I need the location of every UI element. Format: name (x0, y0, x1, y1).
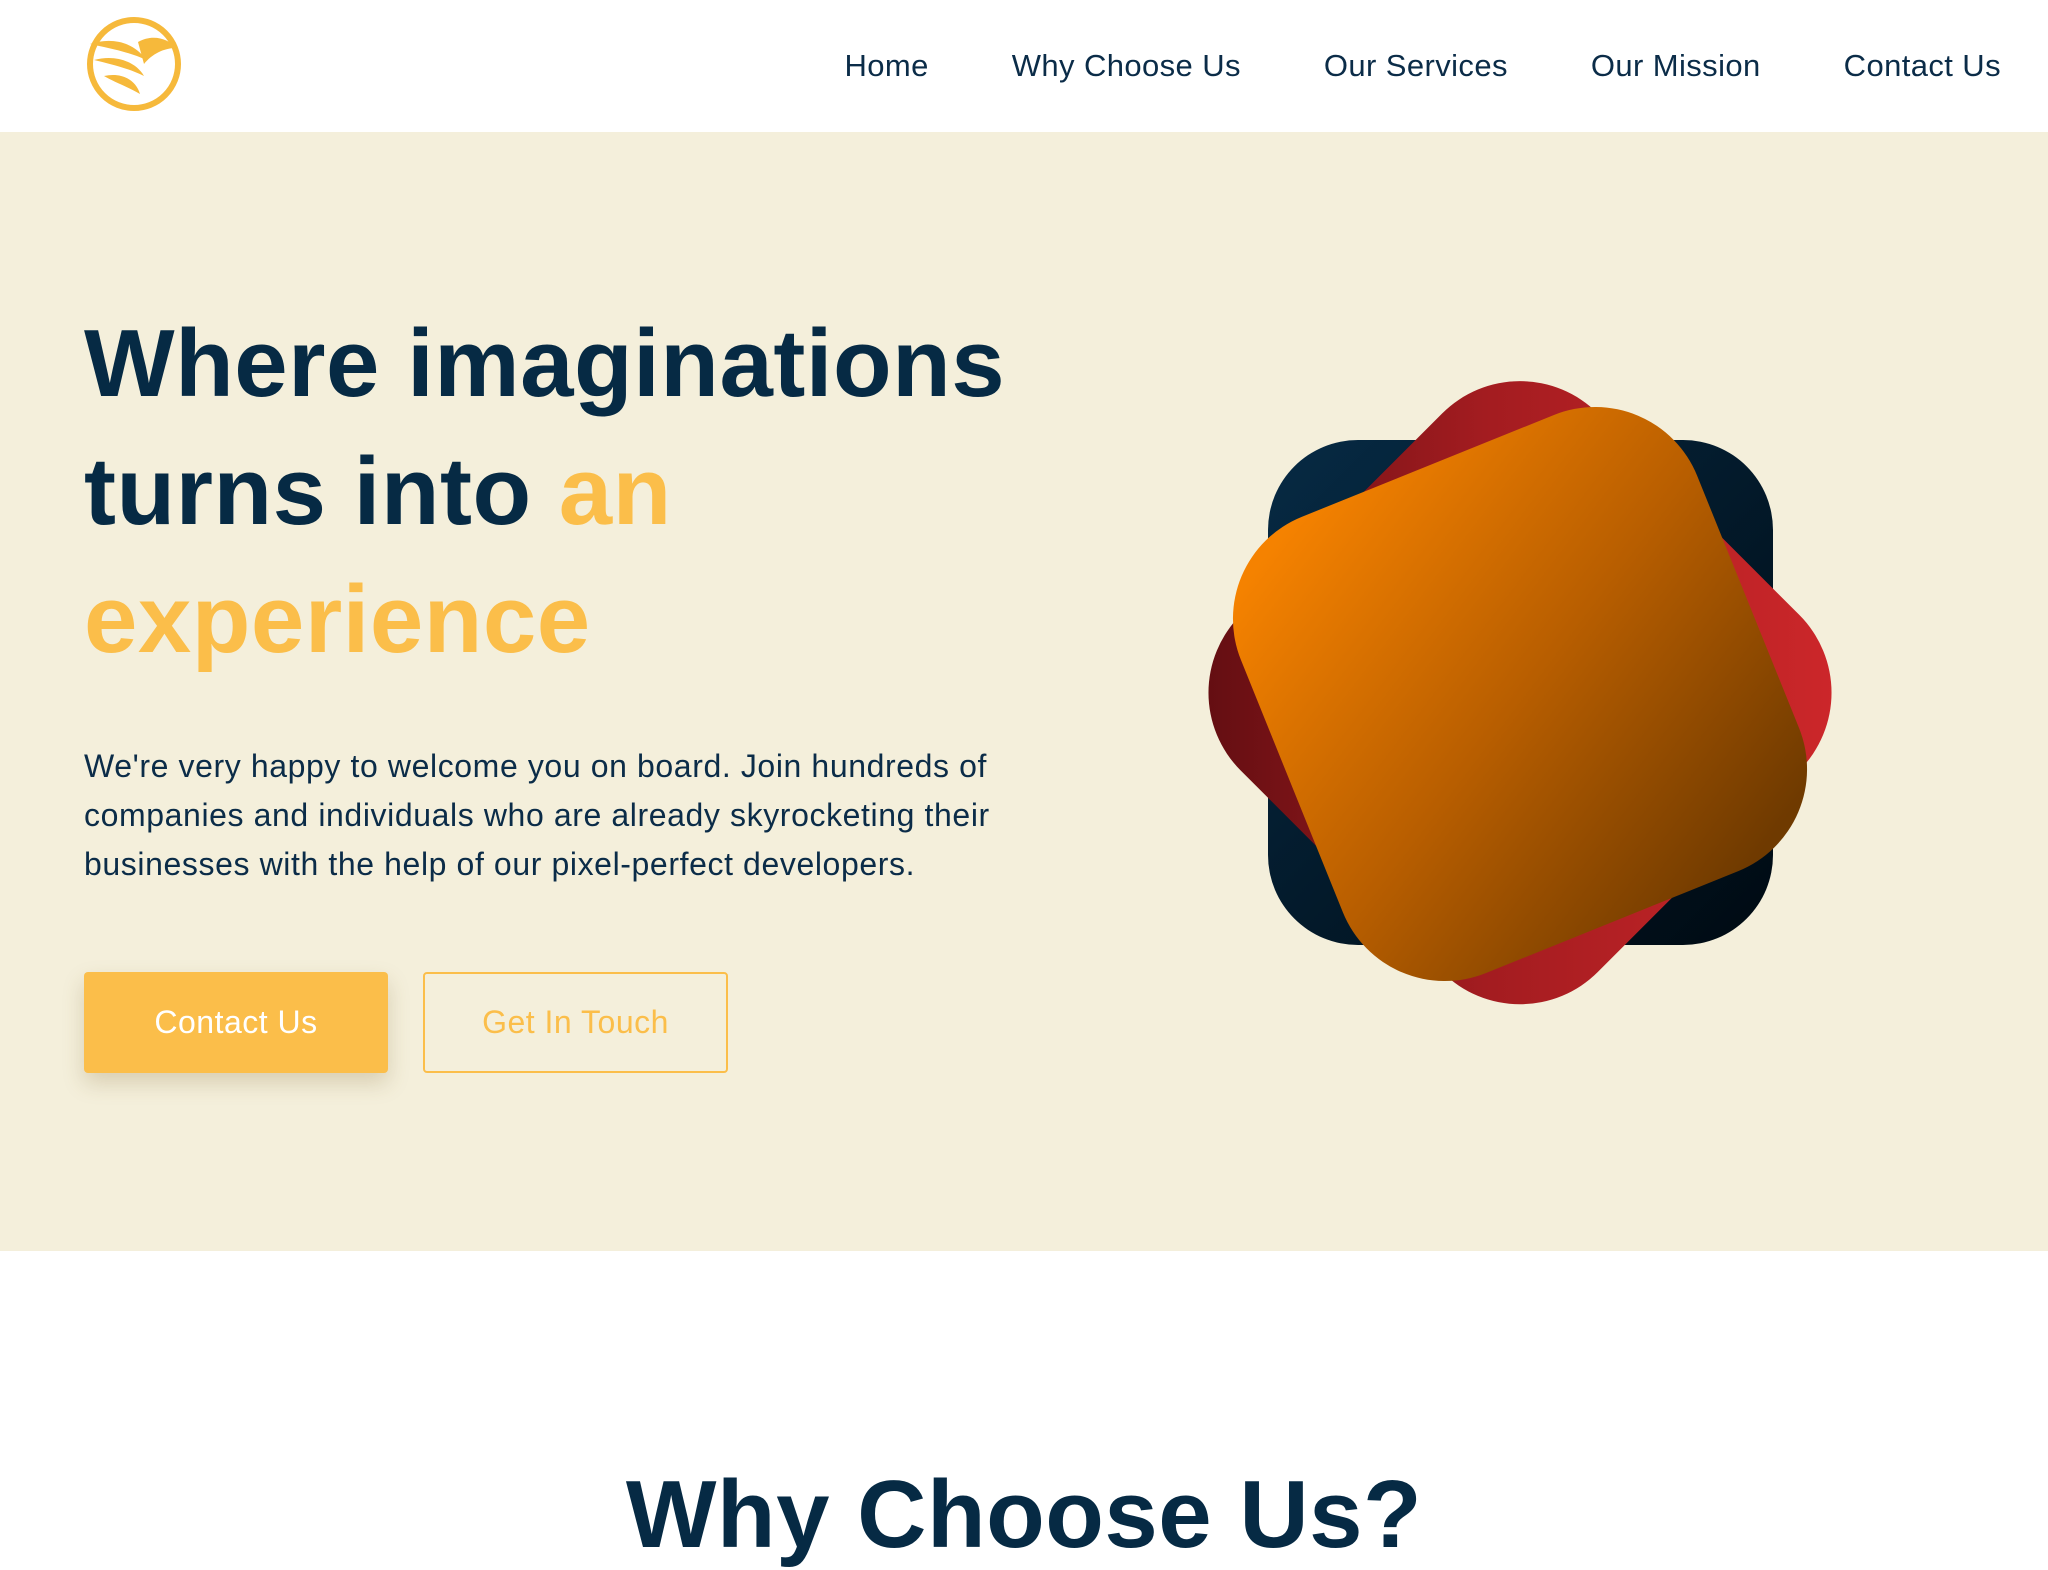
hero-headline: Where imaginations turns into an experie… (84, 300, 1084, 684)
headline-main: Where imaginations turns into (84, 310, 1006, 545)
contact-us-button[interactable]: Contact Us (84, 972, 388, 1073)
nav-our-mission[interactable]: Our Mission (1591, 48, 1761, 84)
nav-our-services[interactable]: Our Services (1324, 48, 1508, 84)
site-header: Home Why Choose Us Our Services Our Miss… (0, 0, 2048, 132)
nav-why-choose-us[interactable]: Why Choose Us (1012, 48, 1241, 84)
bird-logo-icon[interactable] (82, 14, 186, 118)
nav-contact-us[interactable]: Contact Us (1844, 48, 2001, 84)
hero-lead-text: We're very happy to welcome you on board… (84, 748, 990, 882)
nav-home[interactable]: Home (844, 48, 928, 84)
why-choose-us-title: Why Choose Us? (625, 1461, 1423, 1568)
stacked-squares-illustration (1180, 360, 1860, 1040)
get-in-touch-button[interactable]: Get In Touch (423, 972, 728, 1073)
main-nav: Home Why Choose Us Our Services Our Miss… (844, 0, 2001, 132)
